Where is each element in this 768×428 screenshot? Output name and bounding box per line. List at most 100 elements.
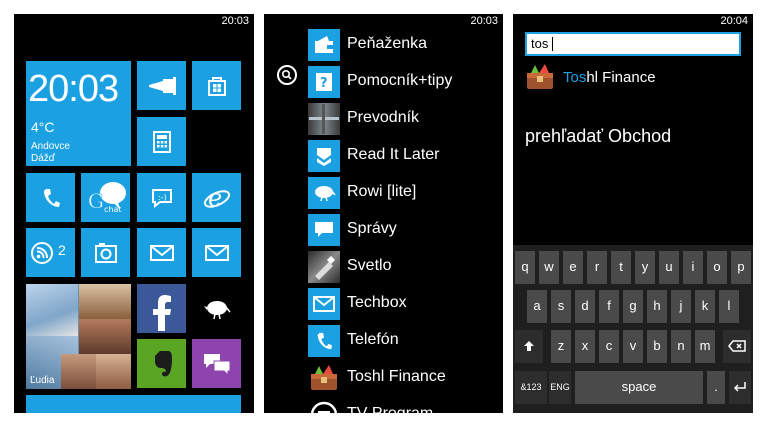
language-key[interactable]: ENG <box>549 371 571 404</box>
app-item-read-it-later[interactable]: Read It Later <box>308 140 498 172</box>
store-icon <box>207 76 226 96</box>
key-h[interactable]: h <box>647 290 667 323</box>
wallet-icon <box>308 29 340 61</box>
key-z[interactable]: z <box>551 330 571 363</box>
search-result-rest: hl Finance <box>586 69 656 86</box>
key-a[interactable]: a <box>527 290 547 323</box>
messaging-icon: :-) <box>151 188 172 208</box>
enter-icon <box>733 382 746 392</box>
app-label: Pomocník+tipy <box>347 72 453 89</box>
app-item-prevodnik[interactable]: Prevodník <box>308 103 498 135</box>
shift-key[interactable] <box>515 330 543 363</box>
rowi-tile[interactable] <box>192 284 241 333</box>
partial-tile[interactable] <box>26 395 241 413</box>
app-label: Prevodník <box>347 109 420 126</box>
app-item-pomocnik-tipy[interactable]: ? Pomocník+tipy <box>308 66 498 98</box>
weather-tile[interactable]: 20:03 4°C Andovce Dážď <box>26 61 131 166</box>
search-result-label: Toshl Finance <box>563 68 656 88</box>
mail-tile-2[interactable] <box>192 228 241 277</box>
search-input[interactable]: tos <box>525 32 741 56</box>
app-label: Toshl Finance <box>347 368 446 385</box>
status-clock: 20:04 <box>720 15 748 27</box>
gchat-tile[interactable]: G chat <box>81 173 130 222</box>
key-u[interactable]: u <box>659 251 679 284</box>
app-item-techbox[interactable]: Techbox <box>308 288 498 320</box>
app-item-rowi-lite[interactable]: Rowi [lite] <box>308 177 498 209</box>
on-screen-keyboard: q w e r t y u i o p a s d f g h j k l z … <box>513 245 753 413</box>
facebook-tile[interactable] <box>137 284 186 333</box>
people-photo-6 <box>96 354 131 389</box>
key-b[interactable]: b <box>647 330 667 363</box>
help-icon: ? <box>308 66 340 98</box>
enter-key[interactable] <box>729 371 751 404</box>
shift-icon <box>524 341 534 351</box>
key-i[interactable]: i <box>683 251 703 284</box>
flashlight-tile[interactable] <box>137 61 186 110</box>
photos-icon <box>94 242 117 263</box>
key-w[interactable]: w <box>539 251 559 284</box>
tile-temperature: 4°C <box>31 119 55 135</box>
key-x[interactable]: x <box>575 330 595 363</box>
key-y[interactable]: y <box>635 251 655 284</box>
people-tile[interactable]: Ľudia <box>26 284 131 389</box>
text-caret <box>552 37 553 51</box>
internet-explorer-icon: e <box>203 185 230 211</box>
evernote-icon <box>154 350 172 376</box>
calculator-tile[interactable] <box>137 117 186 166</box>
key-n[interactable]: n <box>671 330 691 363</box>
key-g[interactable]: g <box>623 290 643 323</box>
key-j[interactable]: j <box>671 290 691 323</box>
key-v[interactable]: v <box>623 330 643 363</box>
app-item-telefon[interactable]: Telefón <box>308 325 498 357</box>
rss-icon <box>31 241 53 264</box>
evernote-tile[interactable] <box>137 339 186 388</box>
space-key[interactable]: space <box>575 371 703 404</box>
app-label: TV Program <box>347 404 433 413</box>
search-result-toshl-finance[interactable]: Toshl Finance <box>525 63 745 93</box>
app-item-penazenka[interactable]: Peňaženka <box>308 29 498 61</box>
store-tile[interactable] <box>192 61 241 110</box>
mail-tile-1[interactable] <box>137 228 186 277</box>
read-it-later-icon <box>308 140 340 172</box>
period-key[interactable]: . <box>707 371 725 404</box>
key-m[interactable]: m <box>695 330 715 363</box>
key-r[interactable]: r <box>587 251 607 284</box>
app-label: Peňaženka <box>347 35 428 52</box>
chat-tile[interactable] <box>192 339 241 388</box>
numbers-key[interactable]: &123 <box>515 371 547 404</box>
app-list-screen: 20:03 Peňaženka ? Pomocník+tipy Prevodní… <box>264 14 503 413</box>
key-t[interactable]: t <box>611 251 631 284</box>
key-e[interactable]: e <box>563 251 583 284</box>
tile-weather-condition: Dážď <box>31 153 55 164</box>
photos-tile[interactable] <box>81 228 130 277</box>
people-photo-2 <box>79 284 131 319</box>
phone-icon <box>308 325 340 357</box>
app-item-tv-program[interactable]: TV Program <box>308 399 498 413</box>
key-s[interactable]: s <box>551 290 571 323</box>
app-item-svetlo[interactable]: Svetlo <box>308 251 498 283</box>
app-item-spravy[interactable]: Správy <box>308 214 498 246</box>
backspace-key[interactable] <box>723 330 751 363</box>
facebook-icon <box>152 295 171 332</box>
phone-tile[interactable] <box>26 173 75 222</box>
key-q[interactable]: q <box>515 251 535 284</box>
key-d[interactable]: d <box>575 290 595 323</box>
app-label: Techbox <box>347 294 407 311</box>
people-photo-3 <box>79 319 131 354</box>
search-result-match: Tos <box>563 69 587 86</box>
key-c[interactable]: c <box>599 330 619 363</box>
key-p[interactable]: p <box>731 251 751 284</box>
key-l[interactable]: l <box>719 290 739 323</box>
key-k[interactable]: k <box>695 290 715 323</box>
bird-icon <box>203 300 231 319</box>
app-item-toshl-finance[interactable]: Toshl Finance <box>308 362 498 394</box>
key-f[interactable]: f <box>599 290 619 323</box>
key-o[interactable]: o <box>707 251 727 284</box>
search-store-link[interactable]: prehľadať Obchod <box>525 125 671 147</box>
rss-tile[interactable]: 2 <box>26 228 75 277</box>
messaging-tile[interactable]: :-) <box>137 173 186 222</box>
app-label: Telefón <box>347 331 399 348</box>
internet-explorer-tile[interactable]: e <box>192 173 241 222</box>
people-photo-1 <box>26 284 78 336</box>
toshl-icon <box>525 63 555 93</box>
